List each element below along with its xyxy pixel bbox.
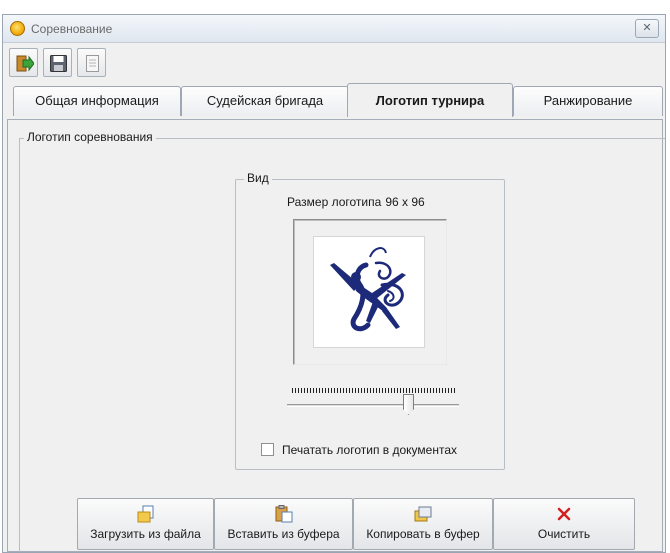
save-button[interactable] (43, 48, 72, 77)
print-logo-label: Печатать логотип в документах (282, 443, 458, 457)
view-legend: Вид (244, 171, 272, 185)
logo-size-value: 96 x 96 (385, 195, 425, 209)
print-logo-option[interactable]: Печатать логотип в документах (261, 443, 457, 457)
app-icon (10, 21, 25, 36)
competition-logo-group: Логотип соревнования Вид Размер логотипа… (19, 130, 665, 552)
tab-judges[interactable]: Судейская бригада (181, 86, 349, 116)
close-button[interactable]: ✕ (635, 19, 659, 38)
logo-tab-panel: Логотип соревнования Вид Размер логотипа… (7, 119, 665, 552)
copy-icon (414, 506, 432, 522)
logo-size-label: Размер логотипа (287, 195, 382, 209)
load-from-file-label: Загрузить из файла (90, 527, 201, 541)
group-legend: Логотип соревнования (24, 130, 156, 144)
tab-strip: Общая информация Судейская бригада Логот… (7, 83, 665, 120)
tab-ranking[interactable]: Ранжирование (513, 86, 663, 116)
logo-preview-frame (293, 219, 447, 365)
slider-ticks (292, 388, 456, 393)
exit-icon (16, 55, 34, 72)
clear-label: Очистить (537, 527, 591, 541)
competition-window: Соревнование ✕ Общая информация Судейска… (2, 14, 666, 553)
gymnast-logo-image (313, 236, 425, 348)
logo-size-slider[interactable] (287, 388, 459, 420)
print-logo-checkbox[interactable] (261, 443, 274, 456)
window-title: Соревнование (31, 22, 113, 36)
clear-button[interactable]: Очистить (493, 498, 635, 550)
paste-from-clipboard-label: Вставить из буфера (227, 527, 340, 541)
paste-icon (275, 505, 292, 523)
exit-button[interactable] (9, 48, 38, 77)
paste-from-clipboard-button[interactable]: Вставить из буфера (214, 498, 353, 550)
title-bar: Соревнование ✕ (3, 15, 665, 43)
copy-to-clipboard-button[interactable]: Копировать в буфер (353, 498, 493, 550)
document-icon (86, 55, 99, 72)
logo-size-row: Размер логотипа 96 x 96 (287, 195, 425, 209)
action-button-row: Загрузить из файла Вставить из буфера Ко… (77, 498, 635, 550)
slider-track (287, 404, 459, 407)
load-from-file-button[interactable]: Загрузить из файла (77, 498, 214, 550)
clear-x-icon (557, 507, 571, 521)
view-group: Вид Размер логотипа 96 x 96 Печатать лог… (235, 171, 505, 470)
tab-general-info[interactable]: Общая информация (13, 86, 181, 116)
slider-thumb[interactable] (403, 394, 414, 415)
tab-tournament-logo[interactable]: Логотип турнира (347, 83, 513, 117)
toolbar (9, 48, 113, 78)
copy-to-clipboard-label: Копировать в буфер (366, 527, 480, 541)
load-file-icon (137, 505, 153, 523)
save-icon (50, 55, 67, 72)
document-button[interactable] (77, 48, 106, 77)
